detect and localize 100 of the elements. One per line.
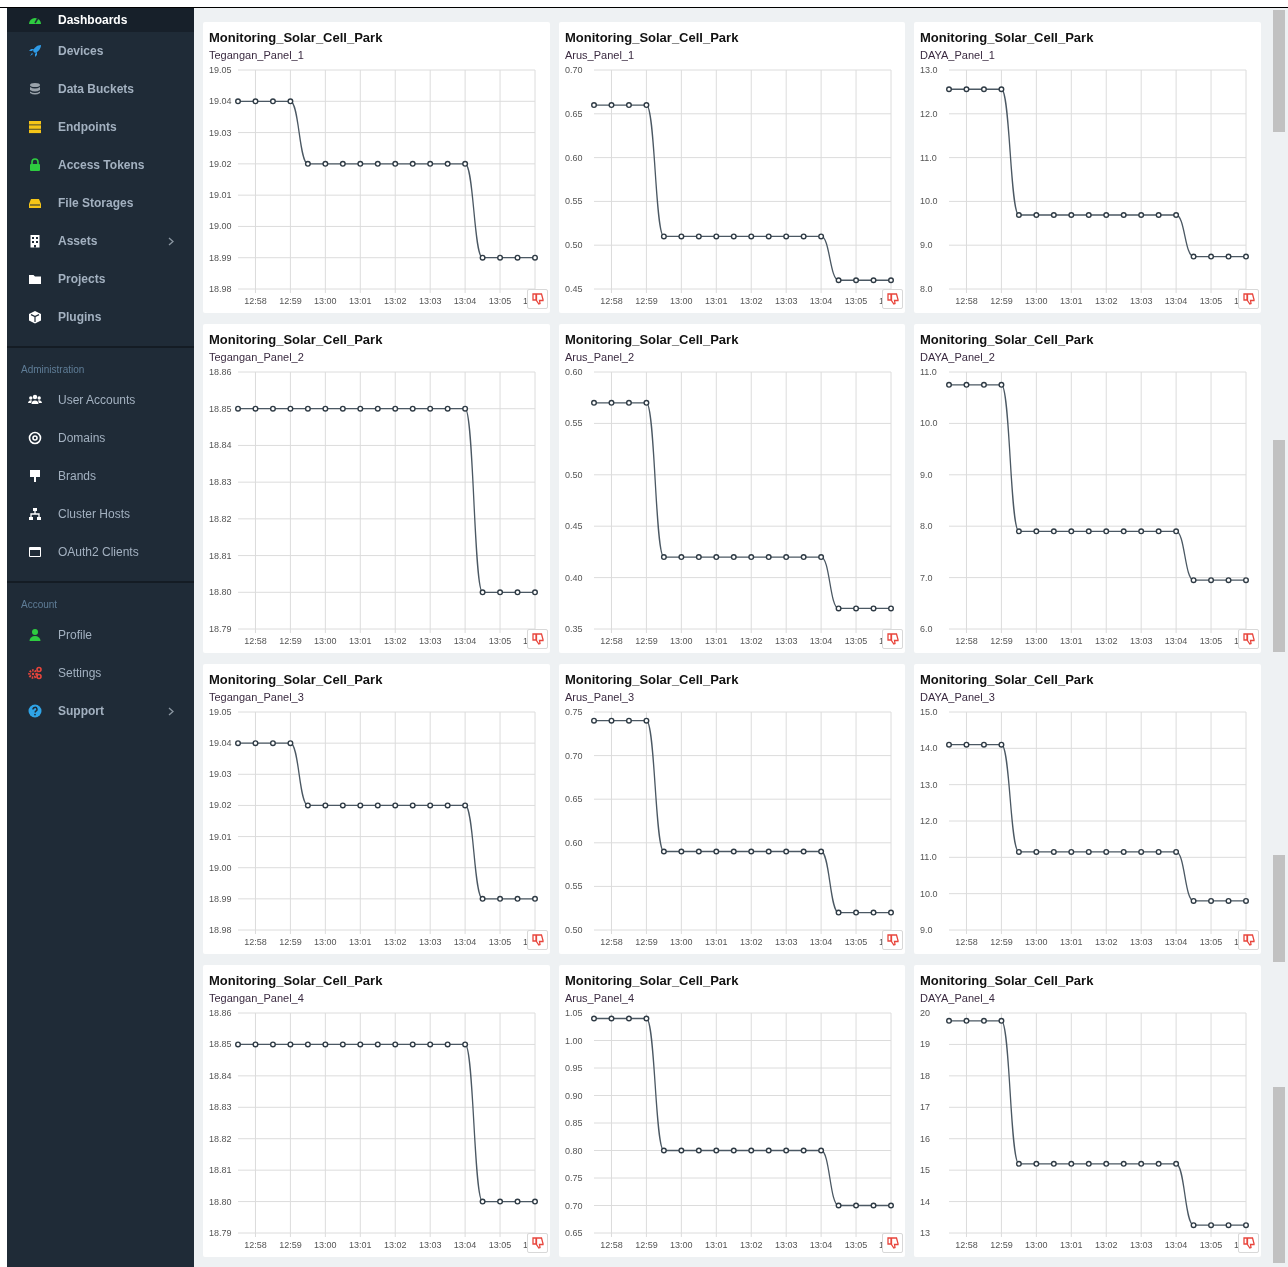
x-tick-label: 12:58 bbox=[955, 1240, 978, 1250]
y-tick-label: 18.80 bbox=[209, 587, 232, 598]
y-tick-label: 0.35 bbox=[565, 624, 583, 634]
y-tick-label: 0.95 bbox=[565, 1063, 583, 1073]
y-tick-label: 19.01 bbox=[209, 831, 232, 842]
x-tick-label: 12:59 bbox=[279, 1240, 302, 1250]
y-tick-label: 1.05 bbox=[565, 1008, 583, 1018]
x-tick-label: 13:01 bbox=[1060, 1240, 1083, 1250]
chart-title: Monitoring_Solar_Cell_Park bbox=[565, 973, 739, 989]
y-tick-label: 0.85 bbox=[565, 1118, 583, 1128]
y-tick-label: 8.0 bbox=[920, 284, 933, 294]
x-tick-label: 13:05 bbox=[844, 636, 868, 646]
chart-title: Monitoring_Solar_Cell_Park bbox=[209, 672, 383, 688]
y-tick-label: 15.0 bbox=[920, 707, 938, 717]
x-tick-label: 13:02 bbox=[383, 1240, 407, 1250]
y-tick-label: 19.04 bbox=[209, 96, 232, 107]
y-tick-label: 19.03 bbox=[209, 769, 232, 780]
x-tick-label: 12:58 bbox=[244, 296, 267, 306]
x-tick-label: 12:59 bbox=[279, 636, 302, 646]
x-tick-label: 13:01 bbox=[1060, 937, 1083, 947]
y-tick-label: 18.84 bbox=[209, 1070, 232, 1081]
y-tick-label: 19.00 bbox=[209, 862, 232, 873]
y-tick-label: 9.0 bbox=[920, 240, 933, 251]
x-tick-label: 13:05 bbox=[488, 636, 512, 646]
x-tick-label: 13:03 bbox=[418, 636, 442, 646]
series-name: Arus_Panel_4 bbox=[565, 991, 635, 1005]
x-tick-label: 13:00 bbox=[314, 296, 337, 306]
x-tick-label: 13:05 bbox=[1199, 1240, 1223, 1250]
x-tick-label: 12:59 bbox=[990, 636, 1013, 646]
x-tick-label: 13:03 bbox=[774, 937, 798, 947]
y-tick-label: 19.02 bbox=[209, 158, 232, 169]
x-tick-label: 13:04 bbox=[1164, 636, 1188, 646]
x-tick-label: 13:01 bbox=[705, 1240, 728, 1250]
y-tick-label: 0.70 bbox=[565, 65, 583, 75]
x-tick-label: 12:58 bbox=[244, 636, 267, 646]
y-tick-label: 0.55 bbox=[565, 196, 583, 207]
y-tick-label: 0.75 bbox=[565, 1173, 583, 1183]
chart-title: Monitoring_Solar_Cell_Park bbox=[209, 332, 383, 348]
x-tick-label: 13:04 bbox=[453, 1240, 477, 1250]
x-tick-label: 13:05 bbox=[844, 1240, 868, 1250]
y-tick-label: 9.0 bbox=[920, 469, 933, 480]
x-tick-label: 13:05 bbox=[488, 1240, 512, 1250]
x-tick-label: 13:01 bbox=[349, 296, 372, 306]
y-tick-label: 18.84 bbox=[209, 440, 232, 451]
y-tick-label: 19.02 bbox=[209, 800, 232, 811]
x-tick-label: 13:05 bbox=[488, 937, 512, 947]
y-tick-label: 18.99 bbox=[209, 893, 232, 904]
x-tick-label: 13:01 bbox=[705, 296, 728, 306]
chart-title: Monitoring_Solar_Cell_Park bbox=[209, 973, 383, 989]
series-name: Tegangan_Panel_1 bbox=[209, 48, 304, 62]
y-tick-label: 18.83 bbox=[209, 477, 232, 488]
x-tick-label: 12:58 bbox=[955, 296, 978, 306]
section-heading: Administration bbox=[20, 363, 86, 377]
x-tick-label: 13:00 bbox=[670, 636, 693, 646]
y-tick-label: 15 bbox=[920, 1165, 930, 1176]
x-tick-label: 13:01 bbox=[349, 1240, 372, 1250]
x-tick-label: 13:02 bbox=[383, 937, 407, 947]
x-tick-label: 13:02 bbox=[383, 636, 407, 646]
chart-title: Monitoring_Solar_Cell_Park bbox=[565, 672, 739, 688]
x-tick-label: 13:00 bbox=[1025, 636, 1048, 646]
x-tick-label: 1 bbox=[523, 937, 528, 947]
x-tick-label: 13:04 bbox=[1164, 296, 1188, 306]
x-tick-label: 13:05 bbox=[1199, 636, 1223, 646]
x-tick-label: 1 bbox=[523, 1240, 528, 1250]
x-tick-label: 13:03 bbox=[1129, 296, 1153, 306]
y-tick-label: 18.80 bbox=[209, 1196, 232, 1207]
x-tick-label: 13:03 bbox=[774, 1240, 798, 1250]
y-tick-label: 10.0 bbox=[920, 196, 938, 207]
x-tick-label: 1 bbox=[1234, 296, 1239, 306]
series-name: DAYA_Panel_3 bbox=[920, 690, 995, 704]
y-tick-label: 16 bbox=[920, 1133, 930, 1144]
chart-title: Monitoring_Solar_Cell_Park bbox=[565, 332, 739, 348]
y-tick-label: 19 bbox=[920, 1039, 930, 1050]
x-tick-label: 13:03 bbox=[418, 937, 442, 947]
x-tick-label: 13:03 bbox=[418, 1240, 442, 1250]
y-tick-label: 19.05 bbox=[209, 65, 232, 75]
x-tick-label: 1 bbox=[1234, 636, 1239, 646]
x-tick-label: 12:59 bbox=[635, 937, 658, 947]
x-tick-label: 12:58 bbox=[600, 1240, 623, 1250]
y-tick-label: 0.60 bbox=[565, 837, 583, 848]
y-tick-label: 0.60 bbox=[565, 152, 583, 163]
x-tick-label: 13:03 bbox=[774, 636, 798, 646]
series-name: Tegangan_Panel_4 bbox=[209, 991, 304, 1005]
x-tick-label: 12:59 bbox=[279, 937, 302, 947]
chart-title: Monitoring_Solar_Cell_Park bbox=[920, 672, 1094, 688]
x-tick-label: 12:58 bbox=[955, 636, 978, 646]
x-tick-label: 13:03 bbox=[1129, 636, 1153, 646]
series-name: DAYA_Panel_2 bbox=[920, 350, 995, 364]
y-tick-label: 18.85 bbox=[209, 403, 232, 414]
x-tick-label: 13:00 bbox=[314, 1240, 337, 1250]
x-tick-label: 12:59 bbox=[279, 296, 302, 306]
x-tick-label: 13:00 bbox=[1025, 296, 1048, 306]
y-tick-label: 0.70 bbox=[565, 750, 583, 761]
x-tick-label: 13:00 bbox=[1025, 1240, 1048, 1250]
x-tick-label: 13:04 bbox=[809, 636, 833, 646]
x-tick-label: 13:04 bbox=[1164, 1240, 1188, 1250]
x-tick-label: 13:02 bbox=[1094, 937, 1118, 947]
y-tick-label: 0.50 bbox=[565, 925, 583, 935]
y-tick-label: 18.98 bbox=[209, 284, 232, 294]
x-tick-label: 1 bbox=[1234, 1240, 1239, 1250]
